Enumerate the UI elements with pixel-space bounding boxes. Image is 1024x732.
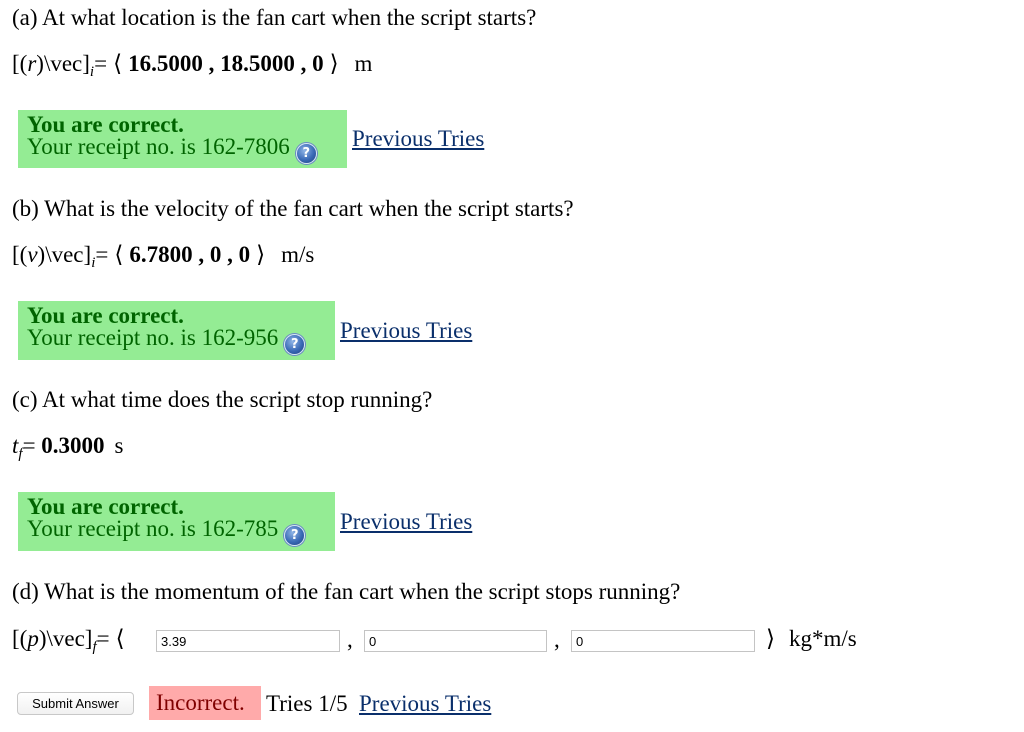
answer-b: [(v)\vec]i= ⟨ 6.7800 , 0 , 0 ⟩ m/s <box>12 241 315 271</box>
open-bracket: ⟨ <box>114 242 124 267</box>
feedback-title: You are correct. <box>27 303 184 328</box>
formula-suffix: )\vec] <box>36 51 90 76</box>
answer-unit: m <box>354 51 373 76</box>
answer-value: 0.3000 <box>41 433 105 458</box>
formula-var: r <box>27 51 37 76</box>
formula-var: v <box>27 242 38 267</box>
tries-counter: Tries 1/5 <box>266 691 348 716</box>
question-b: (b) What is the velocity of the fan cart… <box>12 196 574 221</box>
momentum-z-input[interactable] <box>571 630 755 652</box>
formula-suffix: )\vec] <box>38 626 93 651</box>
correct-feedback-a: You are correct. Your receipt no. is 162… <box>18 110 347 168</box>
open-bracket: ⟨ <box>113 51 123 76</box>
momentum-x-input[interactable] <box>156 630 340 652</box>
correct-feedback-c: You are correct. Your receipt no. is 162… <box>18 492 335 551</box>
previous-tries-link-a[interactable]: Previous Tries <box>352 125 484 153</box>
formula-prefix: [( <box>12 626 28 651</box>
answer-value: 6.7800 , 0 , 0 <box>129 242 251 267</box>
formula-prefix: [( <box>12 51 28 76</box>
close-bracket: ⟩ <box>256 242 266 267</box>
formula-var: p <box>27 626 39 651</box>
question-mark-icon[interactable]: ? <box>284 334 306 355</box>
question-a: (a) At what location is the fan cart whe… <box>12 5 537 30</box>
correct-feedback-b: You are correct. Your receipt no. is 162… <box>18 301 335 360</box>
submit-answer-button[interactable]: Submit Answer <box>17 692 134 715</box>
answer-d-label: [(p)\vec]f= ⟨ <box>12 625 131 655</box>
formula-equals: = <box>22 433 36 458</box>
previous-tries-link-c[interactable]: Previous Tries <box>340 508 472 536</box>
separator-comma: , <box>554 627 560 652</box>
answer-unit: s <box>114 433 124 458</box>
separator-comma: , <box>347 627 353 652</box>
receipt-text: Your receipt no. is 162-785 <box>27 516 279 541</box>
previous-tries-link-b[interactable]: Previous Tries <box>340 317 472 345</box>
answer-unit: kg*m/s <box>788 626 857 651</box>
feedback-title: You are correct. <box>27 494 184 519</box>
close-bracket: ⟩ <box>766 626 775 651</box>
question-mark-icon[interactable]: ? <box>295 143 317 164</box>
answer-c: tf= 0.3000 s <box>12 432 124 462</box>
previous-tries-link-d[interactable]: Previous Tries <box>359 690 491 718</box>
question-mark-icon[interactable]: ? <box>284 525 306 546</box>
question-c: (c) At what time does the script stop ru… <box>12 387 433 412</box>
answer-value: 16.5000 , 18.5000 , 0 <box>128 51 324 76</box>
receipt-text: Your receipt no. is 162-7806 <box>27 134 290 159</box>
feedback-title: You are correct. <box>27 112 184 137</box>
answer-unit: m/s <box>281 242 315 267</box>
formula-equals: = <box>96 626 110 651</box>
formula-equals: = <box>95 242 109 267</box>
formula-equals: = <box>94 51 108 76</box>
open-bracket: ⟨ <box>115 626 125 651</box>
answer-a: [(r)\vec]i= ⟨ 16.5000 , 18.5000 , 0 ⟩ m <box>12 50 373 80</box>
incorrect-status-badge: Incorrect. <box>149 686 261 720</box>
formula-prefix: [( <box>12 242 28 267</box>
formula-suffix: )\vec] <box>37 242 92 267</box>
receipt-text: Your receipt no. is 162-956 <box>27 325 279 350</box>
momentum-y-input[interactable] <box>364 630 547 652</box>
question-d: (d) What is the momentum of the fan cart… <box>12 579 681 604</box>
close-bracket: ⟩ <box>329 51 339 76</box>
answer-d-unit-group: ⟩ kg*m/s <box>766 625 857 653</box>
